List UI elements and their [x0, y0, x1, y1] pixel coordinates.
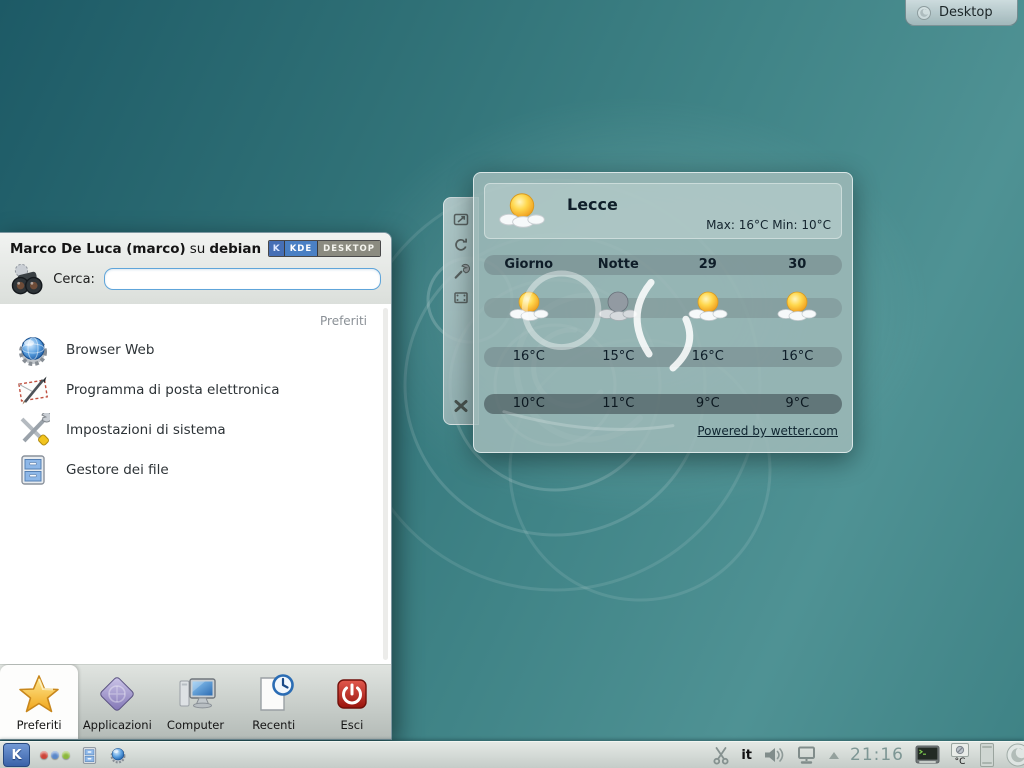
night-temp: 11°C [574, 394, 664, 414]
weather-condition-icon [574, 289, 664, 321]
kde-logo-icon: K [269, 241, 284, 256]
toolbox-label: Desktop [939, 5, 993, 20]
volume-icon[interactable] [763, 746, 785, 764]
keyboard-layout-indicator[interactable]: it [741, 748, 752, 763]
tab-esci[interactable]: Esci [313, 665, 391, 739]
menu-item-label: Gestore dei file [66, 462, 169, 478]
favorites-list: Preferiti Browser Web Programma [0, 304, 391, 664]
tab-label: Recenti [252, 718, 295, 732]
search-label: Cerca: [53, 272, 95, 287]
tray-expand-arrow-icon[interactable] [829, 752, 839, 759]
tab-label: Preferiti [17, 718, 62, 732]
menu-item-label: Programma di posta elettronica [66, 382, 279, 398]
user-name: Marco De Luca (marco) [10, 241, 186, 257]
panel-cashew-icon[interactable] [1005, 742, 1024, 768]
col-header: 29 [663, 255, 753, 275]
menu-item-label: Browser Web [66, 342, 154, 358]
weather-condition-icon [484, 289, 574, 321]
night-temp: 9°C [663, 394, 753, 414]
tab-label: Esci [341, 718, 364, 732]
host-name: debian [209, 241, 261, 257]
day-temp: 16°C [753, 347, 843, 367]
file-cabinet-icon [16, 453, 50, 487]
day-temp: 16°C [484, 347, 574, 367]
weather-day-temps: 16°C 15°C 16°C 16°C [484, 347, 842, 367]
power-icon [331, 673, 373, 715]
search-input[interactable] [104, 268, 381, 290]
email-envelope-icon [16, 373, 50, 407]
menu-item-browser-web[interactable]: Browser Web [0, 330, 391, 370]
kde-menu-button[interactable]: K [3, 743, 30, 767]
tab-preferiti[interactable]: Preferiti [0, 665, 78, 739]
weather-header: Lecce Max: 16°C Min: 10°C [484, 183, 842, 239]
close-icon[interactable] [452, 397, 470, 414]
panel-launchers: K [3, 743, 127, 767]
rotate-icon[interactable] [452, 237, 470, 254]
applications-diamond-icon [96, 673, 138, 715]
cashew-icon [916, 5, 932, 21]
system-tray: it 21:16 °C [712, 742, 1024, 768]
kde-desktop-badge: K KDE DESKTOP [268, 240, 381, 257]
green-dot-icon [62, 751, 70, 759]
day-temp: 15°C [574, 347, 664, 367]
weather-column-headers: Giorno Notte 29 30 [484, 255, 842, 275]
condition-na-icon [955, 745, 965, 755]
section-label: Preferiti [0, 310, 391, 330]
desktop-toolbox-button[interactable]: Desktop [905, 0, 1018, 26]
menu-item-email[interactable]: Programma di posta elettronica [0, 370, 391, 410]
blue-dot-icon [51, 751, 59, 759]
recent-documents-clock-icon [253, 673, 295, 715]
weather-tray-icon[interactable]: °C [951, 743, 969, 767]
weather-maxmin: Max: 16°C Min: 10°C [706, 218, 831, 232]
scrollbar[interactable] [383, 308, 388, 660]
maximize-icon[interactable] [452, 289, 470, 306]
collapsed-widget[interactable] [980, 743, 994, 767]
kickoff-menu: Marco De Luca (marco)sudebian K KDE DESK… [0, 232, 392, 740]
web-browser-globe-icon [16, 333, 50, 367]
resize-icon[interactable] [452, 211, 470, 228]
network-monitor-icon[interactable] [796, 746, 818, 765]
weather-condition-icon [663, 289, 753, 321]
menu-item-label: Impostazioni di sistema [66, 422, 226, 438]
weather-widget: Lecce Max: 16°C Min: 10°C Giorno Notte 2… [473, 172, 853, 453]
kickoff-header: Marco De Luca (marco)sudebian K KDE DESK… [0, 233, 391, 304]
weather-icons-row [484, 281, 842, 321]
day-temp: 16°C [663, 347, 753, 367]
col-header: 30 [753, 255, 843, 275]
web-browser-launcher-icon[interactable] [109, 746, 127, 764]
weather-night-temps: 10°C 11°C 9°C 9°C [484, 394, 842, 414]
night-temp: 9°C [753, 394, 843, 414]
star-icon [18, 673, 60, 715]
sun-cloud-icon [495, 189, 549, 229]
clipboard-scissors-icon[interactable] [712, 746, 730, 765]
tab-applicazioni[interactable]: Applicazioni [78, 665, 156, 739]
settings-wrench-icon[interactable] [452, 263, 470, 280]
menu-item-file-manager[interactable]: Gestore dei file [0, 450, 391, 490]
kickoff-tab-bar: Preferiti Applicazioni Computer [0, 664, 391, 739]
weather-credit: Powered by wetter.com [484, 424, 842, 438]
red-dot-icon [40, 751, 48, 759]
tab-label: Computer [167, 718, 224, 732]
tab-recenti[interactable]: Recenti [235, 665, 313, 739]
weather-city: Lecce [567, 195, 618, 214]
taskbar-panel: K it [0, 741, 1024, 768]
pager-dots[interactable] [40, 751, 70, 759]
tab-label: Applicazioni [83, 718, 152, 732]
computer-monitor-icon [175, 673, 217, 715]
menu-item-system-settings[interactable]: Impostazioni di sistema [0, 410, 391, 450]
col-header: Notte [574, 255, 664, 275]
wetter-com-link[interactable]: Powered by wetter.com [697, 424, 838, 438]
tab-computer[interactable]: Computer [156, 665, 234, 739]
system-settings-tools-icon [16, 413, 50, 447]
col-header: Giorno [484, 255, 574, 275]
night-temp: 10°C [484, 394, 574, 414]
digital-clock[interactable]: 21:16 [850, 745, 904, 765]
binoculars-search-icon [10, 262, 44, 296]
weather-condition-icon [753, 289, 843, 321]
file-manager-launcher-icon[interactable] [80, 746, 99, 765]
user-host-title: Marco De Luca (marco)sudebian [10, 241, 268, 257]
terminal-tray-icon[interactable] [915, 745, 940, 766]
